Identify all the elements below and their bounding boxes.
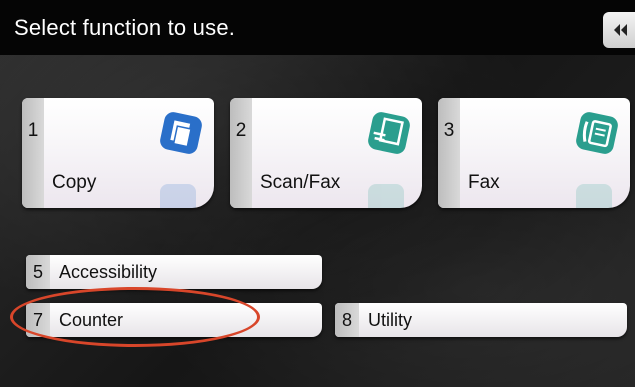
- tile-number-strip: [22, 98, 44, 208]
- page-title: Select function to use.: [14, 15, 236, 40]
- button-label: Accessibility: [59, 262, 158, 282]
- button-number: 8: [341, 310, 352, 330]
- header-bar: Select function to use.: [0, 0, 635, 55]
- tile-label: Scan/Fax: [260, 172, 341, 193]
- button-number: 5: [32, 262, 43, 282]
- tile-number: 1: [27, 120, 39, 141]
- copy-tile[interactable]: 1 Copy: [22, 98, 214, 208]
- double-chevron-left-icon: [614, 24, 627, 36]
- tile-label: Fax: [468, 172, 500, 193]
- scan-fax-tile[interactable]: 2 Scan/Fax: [230, 98, 422, 208]
- tile-label: Copy: [52, 172, 97, 193]
- counter-button[interactable]: 7 Counter: [26, 303, 322, 337]
- copy-icon: [160, 112, 202, 154]
- screen: Select function to use. 1 Copy 2 Scan/Fa…: [0, 0, 635, 387]
- fax-icon: [576, 112, 618, 154]
- button-number: 7: [32, 310, 43, 330]
- scan-fax-icon-reflection: [368, 184, 404, 208]
- button-label: Utility: [368, 310, 412, 330]
- tile-number-strip: [438, 98, 460, 208]
- accessibility-button[interactable]: 5 Accessibility: [26, 255, 322, 289]
- tile-number-strip: [230, 98, 252, 208]
- scan-fax-icon: [368, 112, 410, 154]
- utility-button[interactable]: 8 Utility: [335, 303, 627, 337]
- tile-number: 2: [235, 120, 247, 141]
- copy-icon-reflection: [160, 184, 196, 208]
- button-label: Counter: [59, 310, 124, 330]
- fax-icon-reflection: [576, 184, 612, 208]
- back-button[interactable]: [603, 12, 635, 48]
- fax-tile[interactable]: 3 Fax: [438, 98, 630, 208]
- tile-number: 3: [443, 120, 455, 141]
